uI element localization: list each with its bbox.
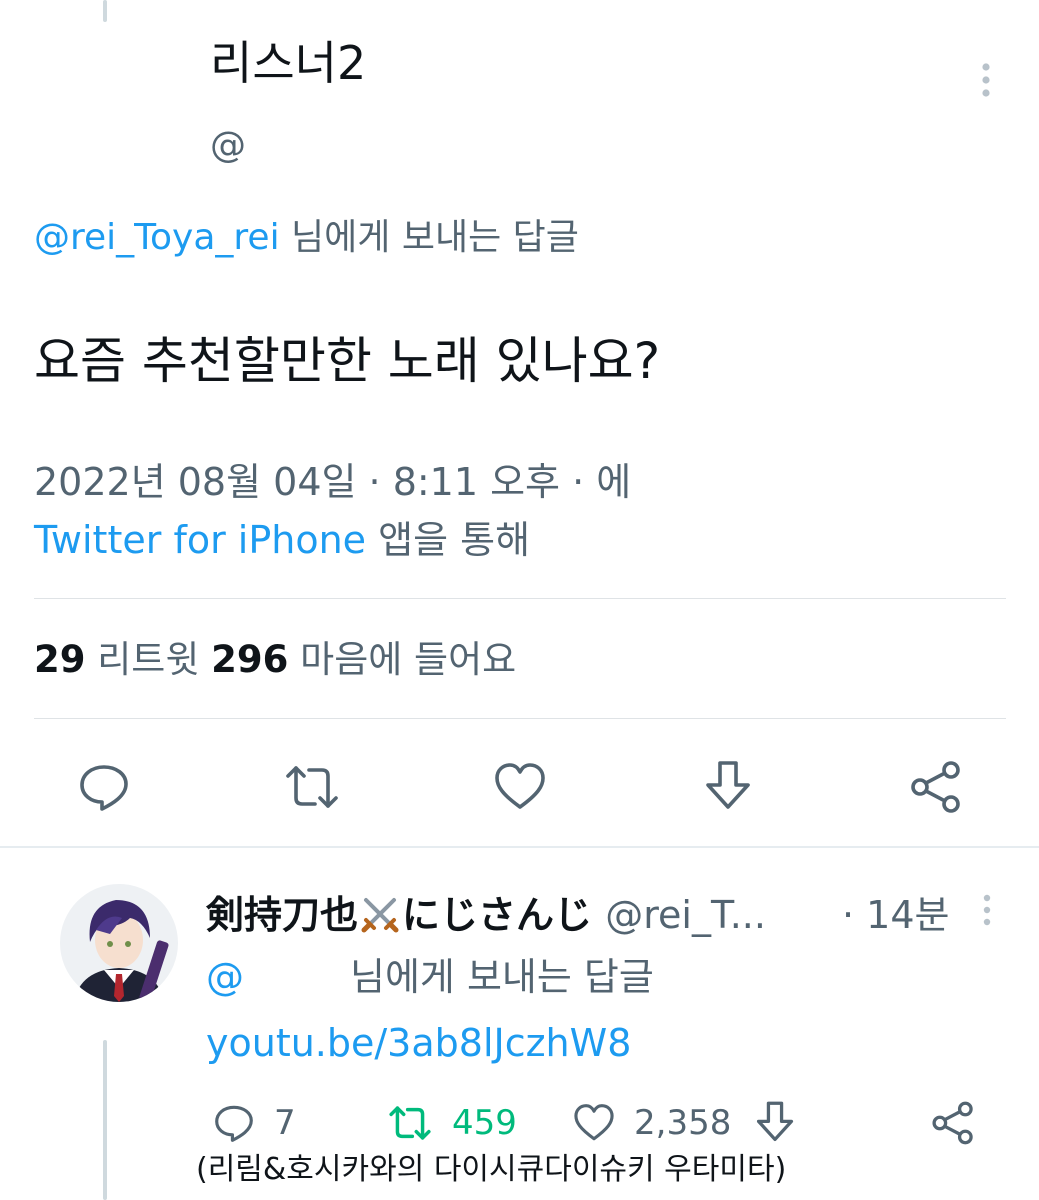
retweets-stat[interactable]: 29 리트윗: [34, 638, 199, 681]
reply-link[interactable]: youtu.be/3ab8lJczhW8: [206, 1016, 631, 1070]
reply-replying-to: @ 님에게 보내는 답글: [206, 950, 654, 1004]
section-separator: [0, 846, 1039, 848]
reply-time[interactable]: · 14분: [842, 888, 949, 942]
source-suffix: 앱을 통해: [366, 518, 531, 562]
tweet-text: 요즘 추천할만한 노래 있나요?: [34, 332, 661, 390]
divider: [34, 598, 1006, 599]
reply-author-name: 剣持刀也: [206, 893, 359, 937]
bookmark-icon[interactable]: [700, 759, 756, 815]
divider: [34, 718, 1006, 719]
replying-to: @rei_Toya_rei 님에게 보내는 답글: [34, 212, 579, 264]
reply-count: 7: [274, 1103, 296, 1143]
reply-author-line[interactable]: 剣持刀也 にじさんじ @rei_T...: [206, 888, 766, 942]
retweet-icon[interactable]: [284, 759, 340, 815]
reply-icon[interactable]: [76, 759, 132, 815]
reply-like-count: 2,358: [634, 1103, 732, 1143]
caption-text: (리림&호시카와의 다이시큐다이슈키 우타미타): [196, 1152, 787, 1187]
reply-replying-to-link[interactable]: @: [206, 955, 244, 999]
crossed-swords-icon: [361, 898, 399, 933]
thread-line: [103, 1040, 107, 1200]
avatar[interactable]: [60, 884, 178, 1002]
like-icon[interactable]: [492, 759, 548, 815]
more-options-icon[interactable]: [976, 892, 998, 928]
reply-like-action[interactable]: 2,358: [572, 1098, 731, 1148]
reply-retweet-count: 459: [452, 1103, 517, 1143]
reply-reply-action[interactable]: 7: [212, 1098, 296, 1148]
reply-author-name-suffix: にじさんじ: [402, 893, 593, 937]
likes-stat[interactable]: 296 마음에 들어요: [211, 638, 516, 681]
source-app-link[interactable]: Twitter for iPhone: [34, 518, 366, 562]
retweet-icon: [389, 1106, 431, 1140]
reply-icon: [215, 1105, 253, 1142]
retweets-count: 29: [34, 638, 86, 681]
replying-to-text: 님에게 보내는 답글: [279, 217, 579, 258]
share-icon[interactable]: [930, 1100, 976, 1146]
like-icon: [574, 1104, 614, 1141]
bookmark-icon[interactable]: [752, 1100, 798, 1146]
likes-count: 296: [211, 638, 289, 681]
likes-label: 마음에 들어요: [300, 638, 517, 681]
author-handle[interactable]: @: [210, 122, 246, 170]
more-options-icon[interactable]: [972, 60, 1000, 100]
reply-replying-to-text: 님에게 보내는 답글: [350, 955, 654, 999]
reply-retweet-action[interactable]: 459: [386, 1098, 517, 1148]
replying-to-link[interactable]: @rei_Toya_rei: [34, 217, 280, 258]
share-icon[interactable]: [908, 759, 964, 815]
thread-line: [103, 0, 107, 22]
author-name[interactable]: 리스너2: [210, 32, 366, 94]
retweets-label: 리트윗: [97, 638, 200, 681]
reply-author-handle: @rei_T...: [605, 893, 766, 937]
tweet-timestamp: 2022년 08월 04일 · 8:11 오후 · 에: [34, 460, 632, 504]
tweet-stats: 29 리트윗 296 마음에 들어요: [34, 634, 516, 686]
tweet-source: Twitter for iPhone 앱을 통해: [34, 514, 530, 566]
